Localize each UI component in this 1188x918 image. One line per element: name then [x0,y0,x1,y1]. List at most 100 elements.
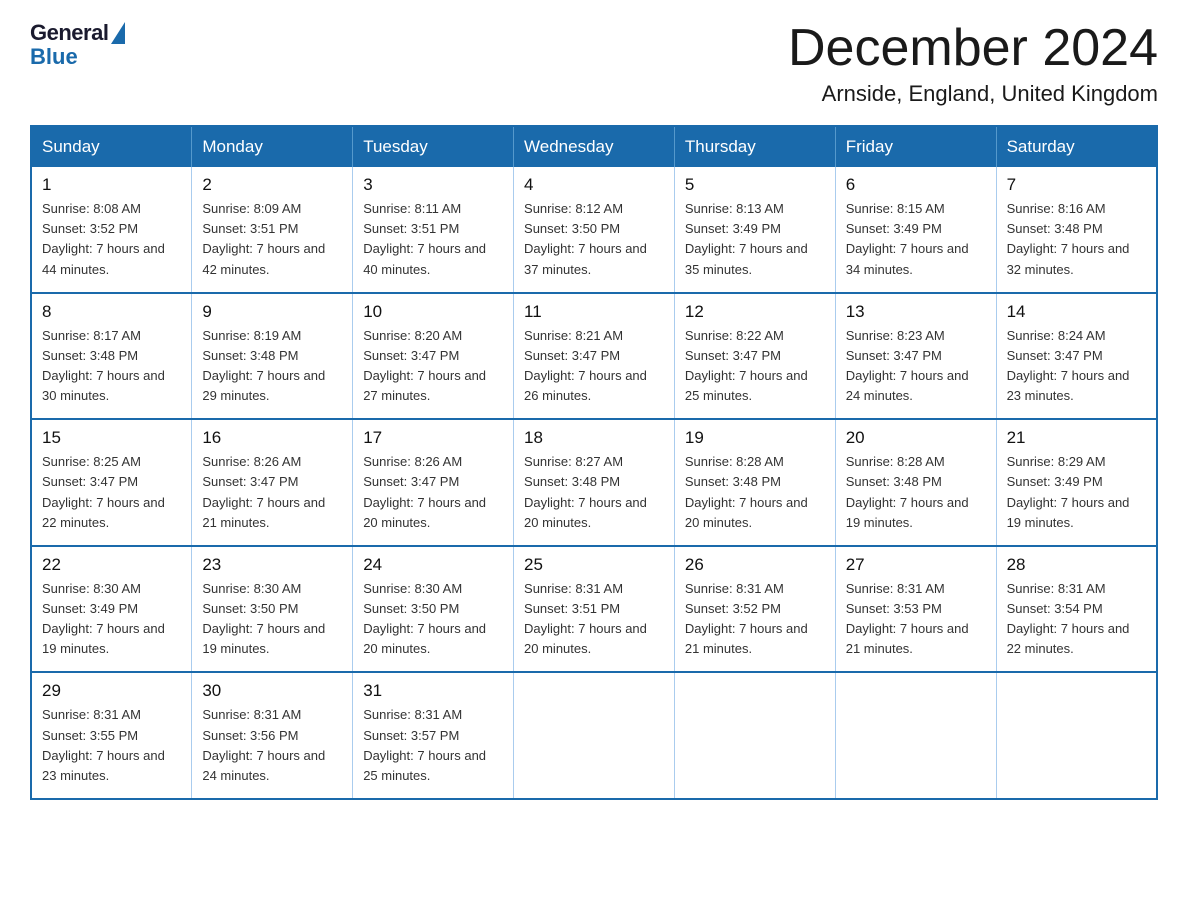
calendar-cell: 25 Sunrise: 8:31 AMSunset: 3:51 PMDayligh… [514,546,675,673]
logo-general-text: General [30,20,108,46]
day-number: 26 [685,555,825,575]
calendar-cell: 4Sunrise: 8:12 AMSunset: 3:50 PMDaylight… [514,167,675,293]
day-info: Sunrise: 8:26 AMSunset: 3:47 PMDaylight:… [363,454,486,529]
calendar-cell: 23 Sunrise: 8:30 AMSunset: 3:50 PMDayligh… [192,546,353,673]
calendar-cell: 8Sunrise: 8:17 AMSunset: 3:48 PMDaylight… [31,293,192,420]
calendar-cell: 15 Sunrise: 8:25 AMSunset: 3:47 PMDayligh… [31,419,192,546]
calendar-cell: 31 Sunrise: 8:31 AMSunset: 3:57 PMDayligh… [353,672,514,799]
calendar-cell: 6Sunrise: 8:15 AMSunset: 3:49 PMDaylight… [835,167,996,293]
day-info: Sunrise: 8:08 AMSunset: 3:52 PMDaylight:… [42,201,165,276]
day-number: 3 [363,175,503,195]
day-info: Sunrise: 8:24 AMSunset: 3:47 PMDaylight:… [1007,328,1130,403]
day-number: 16 [202,428,342,448]
calendar-week-row: 29 Sunrise: 8:31 AMSunset: 3:55 PMDayligh… [31,672,1157,799]
day-number: 25 [524,555,664,575]
calendar-cell: 16 Sunrise: 8:26 AMSunset: 3:47 PMDayligh… [192,419,353,546]
calendar-cell: 26 Sunrise: 8:31 AMSunset: 3:52 PMDayligh… [674,546,835,673]
day-info: Sunrise: 8:25 AMSunset: 3:47 PMDaylight:… [42,454,165,529]
calendar-table: SundayMondayTuesdayWednesdayThursdayFrid… [30,125,1158,800]
day-number: 2 [202,175,342,195]
day-number: 12 [685,302,825,322]
day-info: Sunrise: 8:30 AMSunset: 3:49 PMDaylight:… [42,581,165,656]
day-number: 13 [846,302,986,322]
weekday-header-sunday: Sunday [31,126,192,167]
day-number: 14 [1007,302,1146,322]
weekday-header-row: SundayMondayTuesdayWednesdayThursdayFrid… [31,126,1157,167]
weekday-header-friday: Friday [835,126,996,167]
day-info: Sunrise: 8:28 AMSunset: 3:48 PMDaylight:… [846,454,969,529]
day-number: 18 [524,428,664,448]
calendar-cell [996,672,1157,799]
calendar-cell: 18 Sunrise: 8:27 AMSunset: 3:48 PMDayligh… [514,419,675,546]
calendar-cell: 3 Sunrise: 8:11 AMSunset: 3:51 PMDaylight… [353,167,514,293]
weekday-header-saturday: Saturday [996,126,1157,167]
day-info: Sunrise: 8:31 AMSunset: 3:57 PMDaylight:… [363,707,486,782]
day-info: Sunrise: 8:21 AMSunset: 3:47 PMDaylight:… [524,328,647,403]
day-number: 24 [363,555,503,575]
day-number: 10 [363,302,503,322]
day-number: 29 [42,681,181,701]
day-info: Sunrise: 8:26 AMSunset: 3:47 PMDaylight:… [202,454,325,529]
day-info: Sunrise: 8:15 AMSunset: 3:49 PMDaylight:… [846,201,969,276]
day-number: 27 [846,555,986,575]
day-info: Sunrise: 8:22 AMSunset: 3:47 PMDaylight:… [685,328,808,403]
calendar-cell [835,672,996,799]
calendar-cell: 14 Sunrise: 8:24 AMSunset: 3:47 PMDayligh… [996,293,1157,420]
weekday-header-thursday: Thursday [674,126,835,167]
day-info: Sunrise: 8:30 AMSunset: 3:50 PMDaylight:… [363,581,486,656]
calendar-cell: 13 Sunrise: 8:23 AMSunset: 3:47 PMDayligh… [835,293,996,420]
day-info: Sunrise: 8:16 AMSunset: 3:48 PMDaylight:… [1007,201,1130,276]
calendar-cell: 17 Sunrise: 8:26 AMSunset: 3:47 PMDayligh… [353,419,514,546]
day-number: 9 [202,302,342,322]
calendar-cell: 22Sunrise: 8:30 AMSunset: 3:49 PMDayligh… [31,546,192,673]
day-info: Sunrise: 8:23 AMSunset: 3:47 PMDaylight:… [846,328,969,403]
calendar-cell: 1 Sunrise: 8:08 AMSunset: 3:52 PMDaylight… [31,167,192,293]
logo-blue-text: Blue [30,44,78,70]
day-number: 31 [363,681,503,701]
title-block: December 2024 Arnside, England, United K… [788,20,1158,107]
calendar-cell: 30Sunrise: 8:31 AMSunset: 3:56 PMDayligh… [192,672,353,799]
calendar-cell: 11Sunrise: 8:21 AMSunset: 3:47 PMDayligh… [514,293,675,420]
day-info: Sunrise: 8:28 AMSunset: 3:48 PMDaylight:… [685,454,808,529]
calendar-cell: 12 Sunrise: 8:22 AMSunset: 3:47 PMDayligh… [674,293,835,420]
day-info: Sunrise: 8:31 AMSunset: 3:55 PMDaylight:… [42,707,165,782]
calendar-cell: 28 Sunrise: 8:31 AMSunset: 3:54 PMDayligh… [996,546,1157,673]
day-number: 7 [1007,175,1146,195]
calendar-cell [674,672,835,799]
day-info: Sunrise: 8:29 AMSunset: 3:49 PMDaylight:… [1007,454,1130,529]
calendar-cell: 5Sunrise: 8:13 AMSunset: 3:49 PMDaylight… [674,167,835,293]
day-number: 17 [363,428,503,448]
day-info: Sunrise: 8:31 AMSunset: 3:54 PMDaylight:… [1007,581,1130,656]
calendar-cell: 21Sunrise: 8:29 AMSunset: 3:49 PMDayligh… [996,419,1157,546]
calendar-cell: 9 Sunrise: 8:19 AMSunset: 3:48 PMDaylight… [192,293,353,420]
day-info: Sunrise: 8:19 AMSunset: 3:48 PMDaylight:… [202,328,325,403]
day-number: 28 [1007,555,1146,575]
weekday-header-wednesday: Wednesday [514,126,675,167]
day-number: 23 [202,555,342,575]
day-info: Sunrise: 8:27 AMSunset: 3:48 PMDaylight:… [524,454,647,529]
calendar-week-row: 15 Sunrise: 8:25 AMSunset: 3:47 PMDayligh… [31,419,1157,546]
calendar-cell: 20Sunrise: 8:28 AMSunset: 3:48 PMDayligh… [835,419,996,546]
day-info: Sunrise: 8:11 AMSunset: 3:51 PMDaylight:… [363,201,486,276]
day-info: Sunrise: 8:31 AMSunset: 3:51 PMDaylight:… [524,581,647,656]
day-info: Sunrise: 8:20 AMSunset: 3:47 PMDaylight:… [363,328,486,403]
calendar-week-row: 22Sunrise: 8:30 AMSunset: 3:49 PMDayligh… [31,546,1157,673]
day-info: Sunrise: 8:31 AMSunset: 3:52 PMDaylight:… [685,581,808,656]
location-text: Arnside, England, United Kingdom [788,81,1158,107]
calendar-cell: 29 Sunrise: 8:31 AMSunset: 3:55 PMDayligh… [31,672,192,799]
page-header: General Blue December 2024 Arnside, Engl… [30,20,1158,107]
day-number: 15 [42,428,181,448]
calendar-body: 1 Sunrise: 8:08 AMSunset: 3:52 PMDaylight… [31,167,1157,799]
day-number: 1 [42,175,181,195]
day-info: Sunrise: 8:30 AMSunset: 3:50 PMDaylight:… [202,581,325,656]
calendar-week-row: 8Sunrise: 8:17 AMSunset: 3:48 PMDaylight… [31,293,1157,420]
calendar-week-row: 1 Sunrise: 8:08 AMSunset: 3:52 PMDaylight… [31,167,1157,293]
day-info: Sunrise: 8:31 AMSunset: 3:56 PMDaylight:… [202,707,325,782]
weekday-header-monday: Monday [192,126,353,167]
calendar-cell: 19Sunrise: 8:28 AMSunset: 3:48 PMDayligh… [674,419,835,546]
weekday-header-tuesday: Tuesday [353,126,514,167]
calendar-cell: 2Sunrise: 8:09 AMSunset: 3:51 PMDaylight… [192,167,353,293]
calendar-cell: 10 Sunrise: 8:20 AMSunset: 3:47 PMDayligh… [353,293,514,420]
calendar-cell [514,672,675,799]
calendar-cell: 7 Sunrise: 8:16 AMSunset: 3:48 PMDaylight… [996,167,1157,293]
